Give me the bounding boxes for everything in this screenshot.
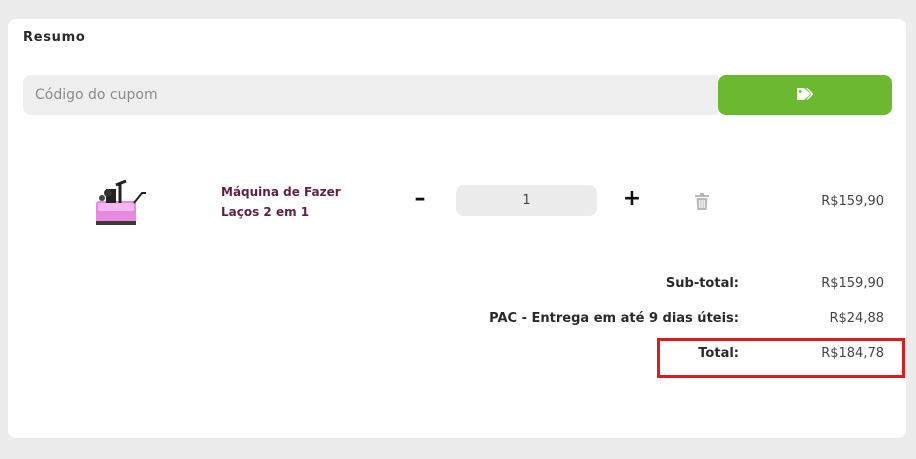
trash-icon[interactable] [694, 193, 710, 211]
shipping-value: R$24,88 [829, 311, 884, 326]
increase-quantity-button[interactable]: + [620, 186, 644, 211]
product-image[interactable] [90, 179, 156, 229]
decrease-quantity-button[interactable]: – [408, 186, 432, 211]
total-value: R$184,78 [821, 346, 884, 361]
subtotal-label: Sub-total: [665, 276, 739, 291]
product-name-link[interactable]: Máquina de Fazer Laços 2 em 1 [221, 182, 381, 222]
summary-title: Resumo [23, 30, 86, 45]
item-price: R$159,90 [821, 194, 884, 209]
total-label: Total: [698, 346, 739, 361]
coupon-input[interactable] [23, 75, 718, 115]
tag-icon [796, 86, 814, 105]
shipping-label: PAC - Entrega em até 9 dias úteis: [489, 311, 739, 326]
summary-card: Resumo Máquina de Fazer Laços 2 em 1 – + [8, 19, 906, 438]
subtotal-value: R$159,90 [821, 276, 884, 291]
apply-coupon-button[interactable] [718, 75, 892, 115]
quantity-input[interactable] [456, 185, 597, 216]
